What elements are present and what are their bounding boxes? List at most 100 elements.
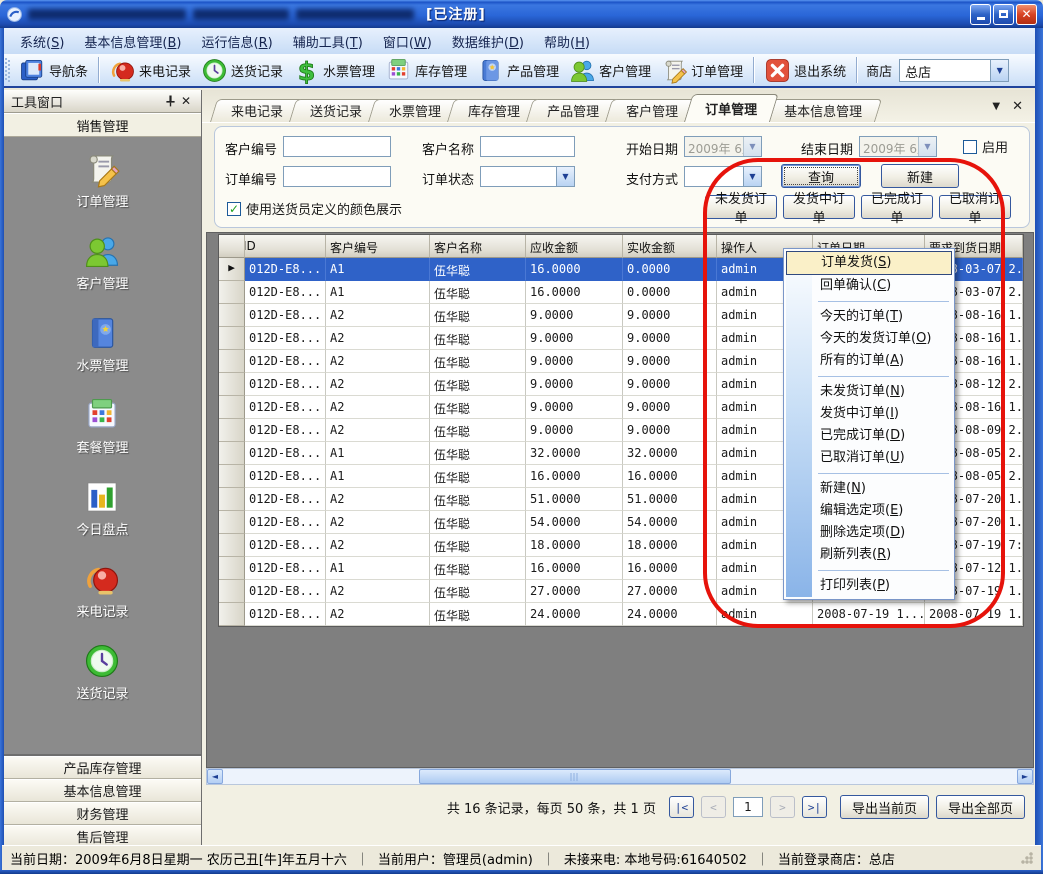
row-selector[interactable] xyxy=(219,557,245,580)
column-header[interactable]: 应收金额 xyxy=(526,235,623,258)
tab-基本信息管理[interactable]: 基本信息管理 xyxy=(763,99,875,122)
close-icon[interactable]: ✕ xyxy=(178,93,194,109)
chevron-down-icon[interactable]: ▼ xyxy=(556,167,574,186)
table-row[interactable]: 012D-E8...A2伍华聪24.000024.0000admin2008-0… xyxy=(219,603,1023,626)
sidebar-section-sales[interactable]: 销售管理 xyxy=(4,113,201,137)
chevron-down-icon[interactable]: ▼ xyxy=(743,137,761,156)
sidebar-group-button[interactable]: 基本信息管理 xyxy=(4,779,201,802)
order-status-select[interactable]: ▼ xyxy=(480,166,575,187)
row-selector[interactable] xyxy=(219,603,245,626)
sidebar-item[interactable]: 来电记录 xyxy=(76,560,128,620)
toolbar-button[interactable]: 退出系统 xyxy=(759,55,851,86)
row-selector[interactable] xyxy=(219,442,245,465)
context-menu-item[interactable]: 新建(N) xyxy=(786,478,952,500)
context-menu-item[interactable]: 已完成订单(D) xyxy=(786,425,952,447)
customer-no-input[interactable] xyxy=(283,136,391,157)
tab-产品管理[interactable]: 产品管理 xyxy=(526,99,612,122)
horizontal-scrollbar[interactable]: ◄ ► xyxy=(206,768,1034,785)
next-page-button[interactable]: > xyxy=(770,796,795,818)
order-status-filter-button[interactable]: 已取消订单 xyxy=(939,195,1011,219)
menubar-item[interactable]: 基本信息管理(B) xyxy=(74,28,191,55)
sidebar-group-button[interactable]: 财务管理 xyxy=(4,802,201,825)
sidebar-item[interactable]: 客户管理 xyxy=(76,232,128,292)
customer-name-input[interactable] xyxy=(480,136,575,157)
row-selector[interactable] xyxy=(219,465,245,488)
tab-客户管理[interactable]: 客户管理 xyxy=(605,99,691,122)
sidebar-group-button[interactable]: 产品库存管理 xyxy=(4,756,201,779)
context-menu-item[interactable]: 订单发货(S) xyxy=(786,251,952,275)
toolbar-button[interactable]: $水票管理 xyxy=(288,55,380,86)
menubar-item[interactable]: 数据维护(D) xyxy=(442,28,534,55)
minimize-button[interactable] xyxy=(970,4,991,25)
last-page-button[interactable]: >| xyxy=(802,796,827,818)
toolbar-grip[interactable] xyxy=(5,58,10,82)
close-button[interactable]: ✕ xyxy=(1016,4,1037,25)
row-selector[interactable] xyxy=(219,488,245,511)
context-menu-item[interactable]: 已取消订单(U) xyxy=(786,447,952,469)
toolbar-button[interactable]: 导航条 xyxy=(14,55,93,86)
row-selector[interactable] xyxy=(219,396,245,419)
row-selector[interactable] xyxy=(219,534,245,557)
shop-select[interactable]: 总店 ▼ xyxy=(899,59,1009,82)
sidebar-item[interactable]: 今日盘点 xyxy=(76,478,128,538)
query-button[interactable]: 查询 xyxy=(781,164,861,188)
toolbar-button[interactable]: 客户管理 xyxy=(564,55,656,86)
context-menu-item[interactable]: 所有的订单(A) xyxy=(786,350,952,372)
order-status-filter-button[interactable]: 已完成订单 xyxy=(861,195,933,219)
menubar-item[interactable]: 辅助工具(T) xyxy=(283,28,373,55)
start-date-picker[interactable]: 2009年 6月 8日 ▼ xyxy=(684,136,762,157)
row-selector[interactable] xyxy=(219,511,245,534)
enable-checkbox[interactable]: 启用 xyxy=(963,137,1008,156)
page-number-input[interactable]: 1 xyxy=(733,797,763,817)
first-page-button[interactable]: |< xyxy=(669,796,694,818)
toolbar-button[interactable]: 订单管理 xyxy=(656,55,748,86)
column-header[interactable]: 实收金额 xyxy=(623,235,717,258)
menubar-item[interactable]: 帮助(H) xyxy=(534,28,600,55)
tab-close-icon[interactable]: ✕ xyxy=(1012,99,1023,114)
export-all-pages-button[interactable]: 导出全部页 xyxy=(936,795,1025,819)
row-selector[interactable] xyxy=(219,580,245,603)
row-selector[interactable] xyxy=(219,373,245,396)
menubar-item[interactable]: 系统(S) xyxy=(10,28,74,55)
sidebar-item[interactable]: 送货记录 xyxy=(76,642,128,702)
column-header[interactable]: ID xyxy=(245,235,326,258)
scroll-right-icon[interactable]: ► xyxy=(1017,769,1033,784)
row-selector[interactable]: ▶ xyxy=(219,258,245,281)
maximize-button[interactable] xyxy=(993,4,1014,25)
scrollbar-thumb[interactable] xyxy=(419,769,731,784)
row-selector[interactable] xyxy=(219,327,245,350)
end-date-picker[interactable]: 2009年 6月 8日 ▼ xyxy=(859,136,937,157)
order-status-filter-button[interactable]: 未发货订单 xyxy=(705,195,777,219)
resize-grip[interactable] xyxy=(1021,852,1033,864)
tab-水票管理[interactable]: 水票管理 xyxy=(368,99,454,122)
toolbar-button[interactable]: 来电记录 xyxy=(104,55,196,86)
new-button[interactable]: 新建 xyxy=(881,164,959,188)
column-header[interactable]: 客户编号 xyxy=(326,235,430,258)
sidebar-item[interactable]: 套餐管理 xyxy=(76,396,128,456)
context-menu-item[interactable]: 删除选定项(D) xyxy=(786,522,952,544)
toolbar-button[interactable]: 产品管理 xyxy=(472,55,564,86)
context-menu-item[interactable]: 刷新列表(R) xyxy=(786,544,952,566)
tab-scroll-down-icon[interactable]: ▼ xyxy=(992,101,1000,112)
tab-订单管理[interactable]: 订单管理 xyxy=(684,94,770,122)
sidebar-item[interactable]: 订单管理 xyxy=(76,150,128,210)
order-status-filter-button[interactable]: 发货中订单 xyxy=(783,195,855,219)
courier-color-checkbox[interactable]: ✓ 使用送货员定义的颜色展示 xyxy=(227,199,402,218)
tab-库存管理[interactable]: 库存管理 xyxy=(447,99,533,122)
context-menu-item[interactable]: 编辑选定项(E) xyxy=(786,500,952,522)
toolbar-button[interactable]: 送货记录 xyxy=(196,55,288,86)
export-current-page-button[interactable]: 导出当前页 xyxy=(840,795,929,819)
context-menu-item[interactable]: 发货中订单(I) xyxy=(786,403,952,425)
toolbar-button[interactable]: 库存管理 xyxy=(380,55,472,86)
row-selector[interactable] xyxy=(219,304,245,327)
row-selector[interactable] xyxy=(219,281,245,304)
context-menu-item[interactable]: 打印列表(P) xyxy=(786,575,952,597)
column-header[interactable]: 客户名称 xyxy=(430,235,526,258)
context-menu-item[interactable]: 未发货订单(N) xyxy=(786,381,952,403)
pay-method-select[interactable]: ▼ xyxy=(684,166,762,187)
chevron-down-icon[interactable]: ▼ xyxy=(990,60,1008,81)
menubar-item[interactable]: 窗口(W) xyxy=(373,28,442,55)
chevron-down-icon[interactable]: ▼ xyxy=(918,137,936,156)
sidebar-item[interactable]: 水票管理 xyxy=(76,314,128,374)
scroll-left-icon[interactable]: ◄ xyxy=(207,769,223,784)
